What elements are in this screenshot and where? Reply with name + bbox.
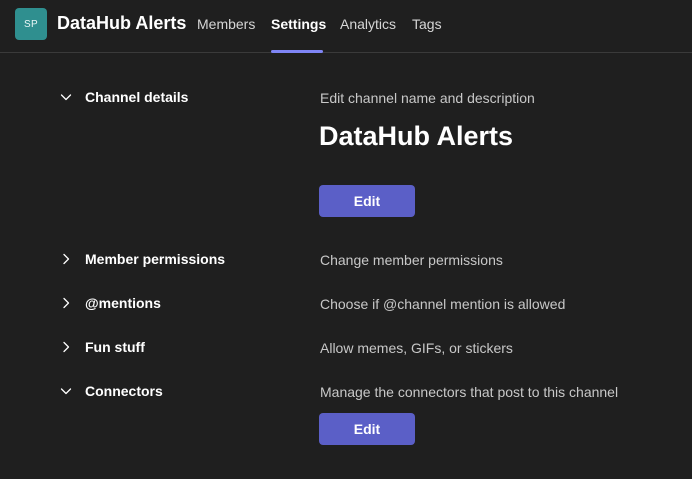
edit-connectors-button[interactable]: Edit: [319, 413, 415, 445]
mentions-label: @mentions: [85, 295, 161, 311]
channel-details-description: Edit channel name and description: [320, 90, 535, 106]
team-avatar[interactable]: SP: [15, 8, 47, 40]
chevron-down-icon: [58, 89, 74, 105]
chevron-down-icon: [58, 383, 74, 399]
fun-stuff-label: Fun stuff: [85, 339, 145, 355]
member-permissions-label: Member permissions: [85, 251, 226, 267]
tab-analytics[interactable]: Analytics: [340, 16, 396, 32]
tab-members[interactable]: Members: [197, 16, 255, 32]
connectors-description: Manage the connectors that post to this …: [320, 384, 619, 400]
channel-name-display: DataHub Alerts: [319, 121, 514, 151]
fun-stuff-toggle[interactable]: Fun stuff: [58, 339, 145, 355]
edit-channel-details-button[interactable]: Edit: [319, 185, 415, 217]
channel-header: SP DataHub Alerts Members Settings Analy…: [0, 0, 692, 53]
chevron-right-icon: [58, 251, 74, 267]
member-permissions-toggle[interactable]: Member permissions: [58, 251, 225, 267]
channel-title: DataHub Alerts: [57, 13, 187, 33]
active-tab-indicator: [271, 50, 323, 53]
mentions-description: Choose if @channel mention is allowed: [320, 296, 566, 312]
connectors-toggle[interactable]: Connectors: [58, 383, 163, 399]
channel-details-label: Channel details: [85, 89, 189, 105]
chevron-right-icon: [58, 339, 74, 355]
member-permissions-description: Change member permissions: [320, 252, 503, 268]
mentions-toggle[interactable]: @mentions: [58, 295, 161, 311]
chevron-right-icon: [58, 295, 74, 311]
tab-tags[interactable]: Tags: [412, 16, 442, 32]
channel-details-toggle[interactable]: Channel details: [58, 89, 188, 105]
fun-stuff-description: Allow memes, GIFs, or stickers: [320, 340, 513, 356]
connectors-label: Connectors: [85, 383, 163, 399]
tab-settings[interactable]: Settings: [271, 16, 326, 32]
